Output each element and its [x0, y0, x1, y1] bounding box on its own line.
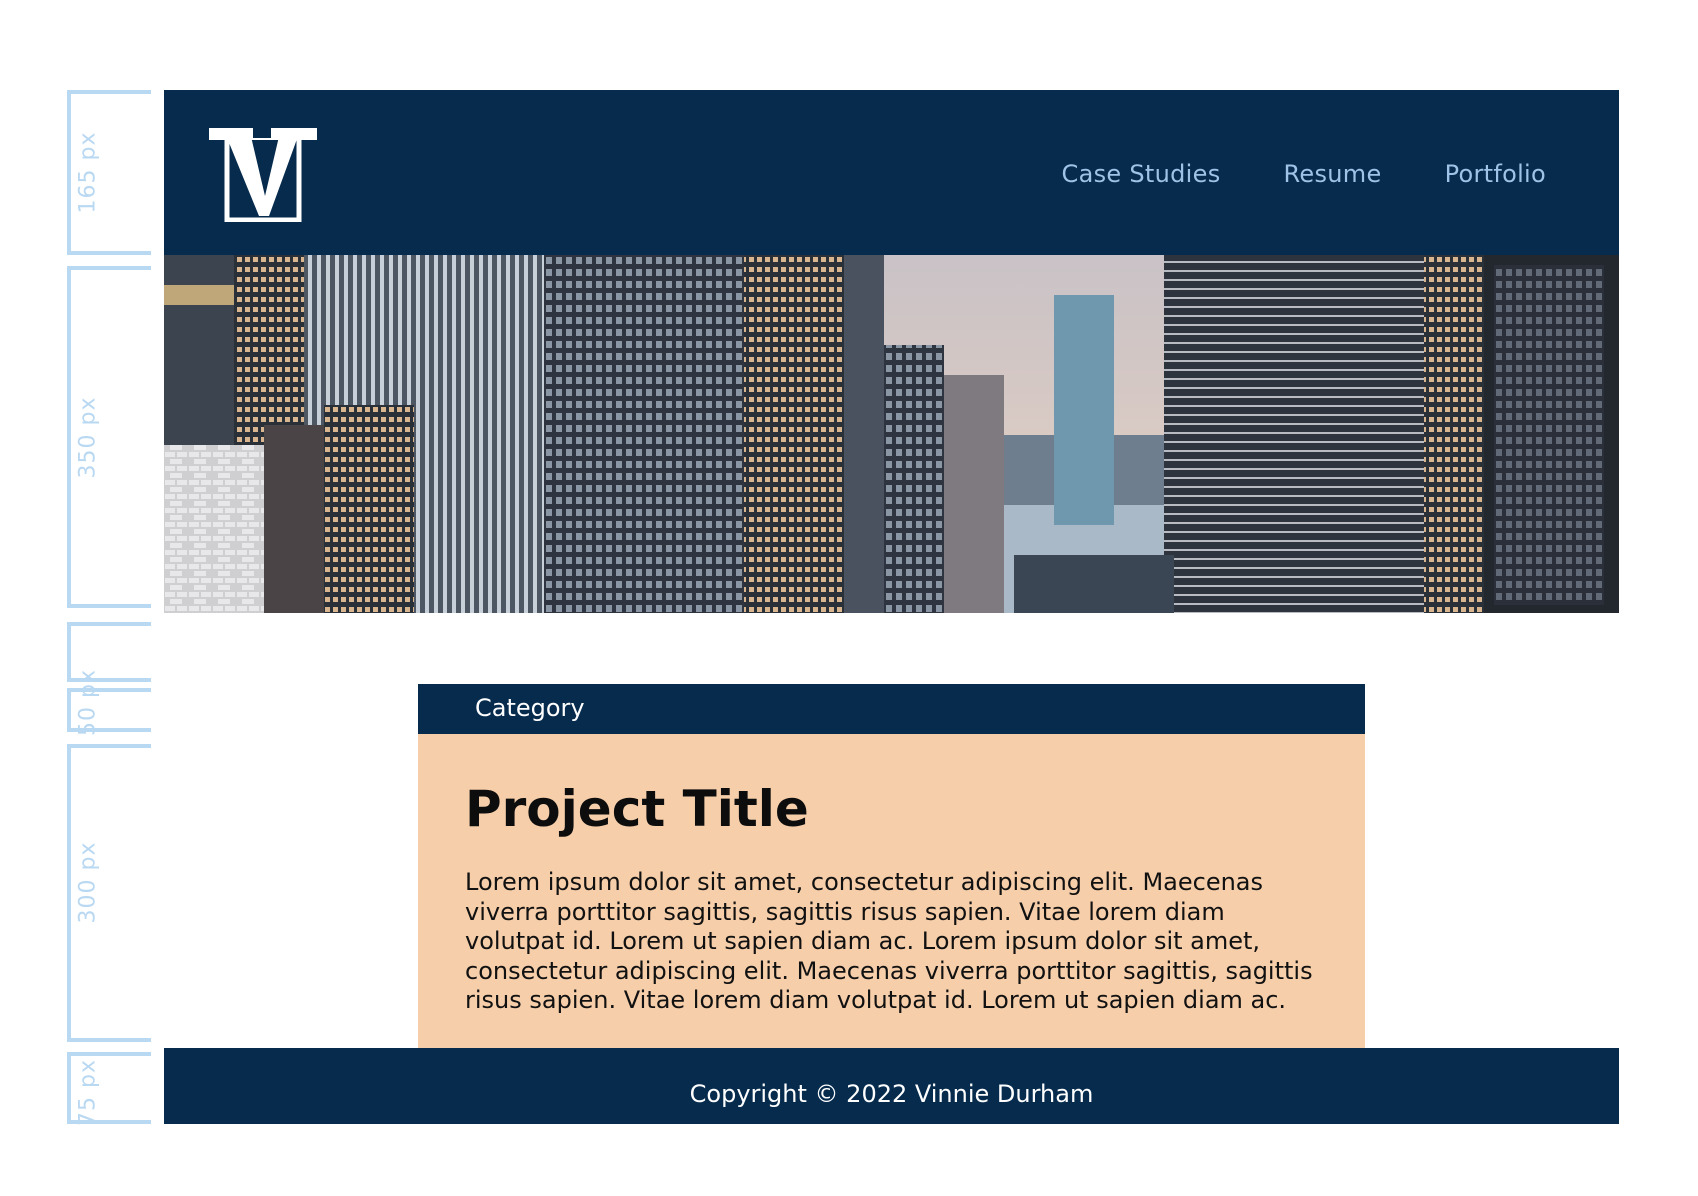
nav-case-studies[interactable]: Case Studies	[1062, 160, 1221, 188]
nav-resume[interactable]: Resume	[1284, 160, 1382, 188]
site-header: Case Studies Resume Portfolio	[164, 90, 1619, 255]
copyright-text: Copyright © 2022 Vinnie Durham	[689, 1080, 1094, 1108]
ruler-label-hero: 350 px	[75, 396, 101, 479]
ruler-label-body: 300 px	[75, 841, 101, 924]
ruler-label-header: 165 px	[75, 131, 101, 214]
logo[interactable]	[209, 126, 317, 222]
site-footer: Copyright © 2022 Vinnie Durham	[164, 1048, 1619, 1124]
ruler-label-footer: 75 px	[75, 1059, 101, 1126]
city-skyline-illustration	[164, 255, 1619, 613]
card-category: Category	[418, 684, 1365, 734]
main-nav: Case Studies Resume Portfolio	[1062, 160, 1546, 188]
project-card: Category Project Title Lorem ipsum dolor…	[418, 684, 1365, 1048]
project-title: Project Title	[465, 780, 809, 838]
hero-image	[164, 255, 1619, 613]
nav-portfolio[interactable]: Portfolio	[1445, 160, 1546, 188]
card-body: Project Title Lorem ipsum dolor sit amet…	[418, 734, 1365, 1048]
project-description: Lorem ipsum dolor sit amet, consectetur …	[465, 868, 1313, 1014]
